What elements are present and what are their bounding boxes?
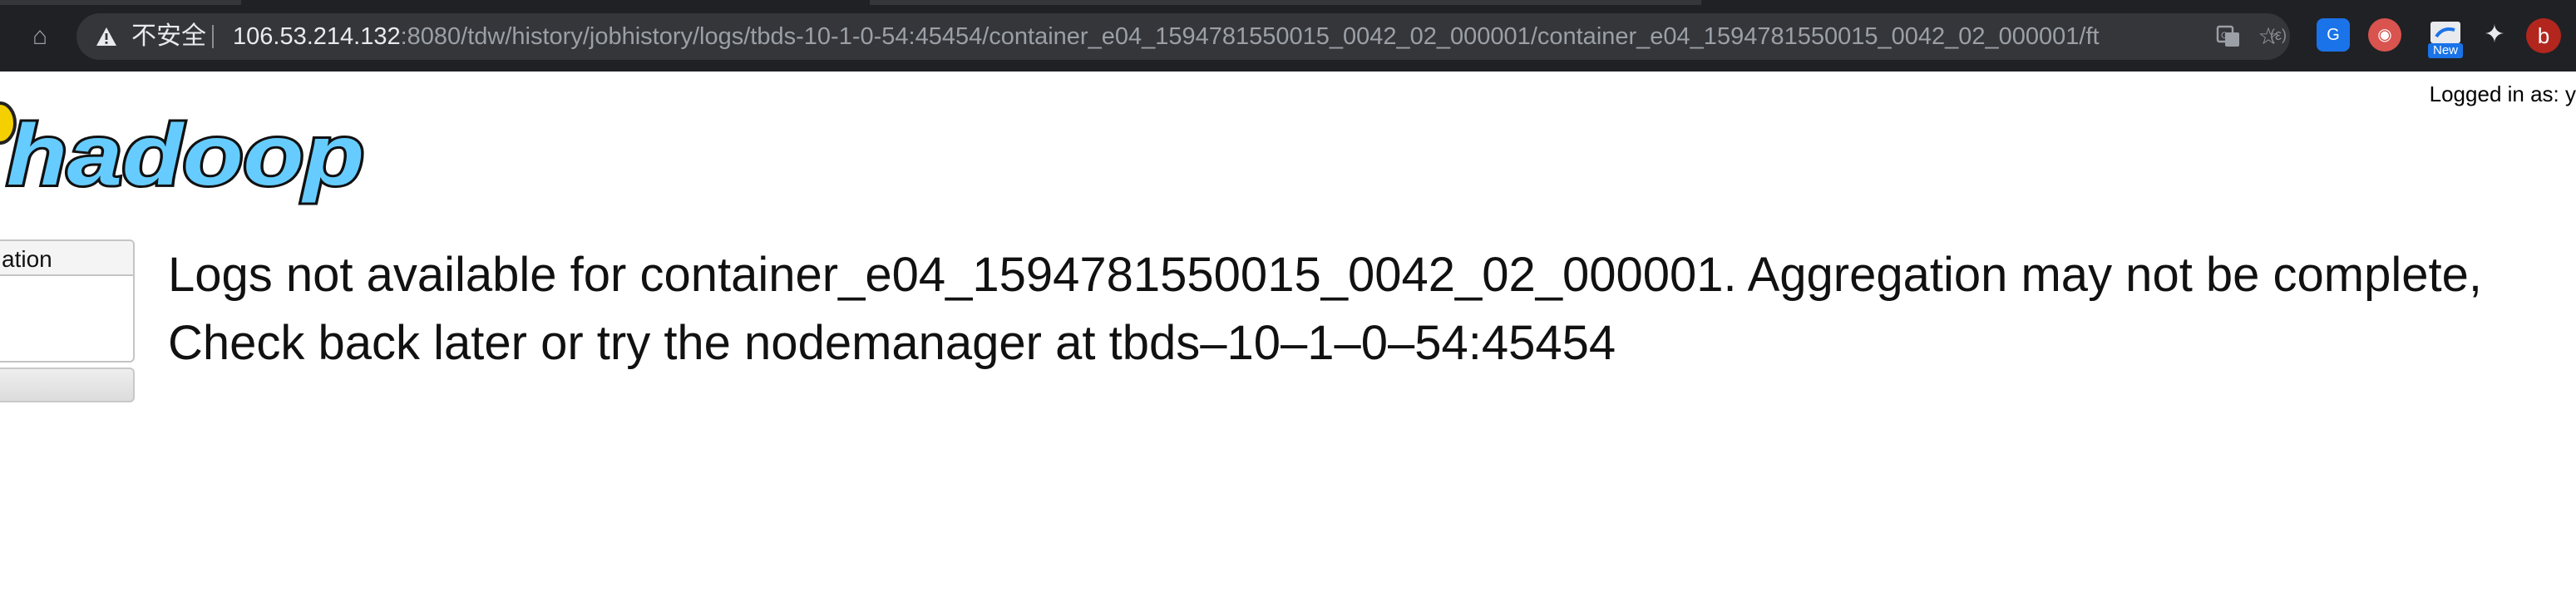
svg-text:hadoop: hadoop [7,107,364,204]
url-text[interactable]: 106.53.214.132:8080/tdw/history/jobhisto… [233,13,2195,60]
hadoop-logo: hadoop [0,98,374,206]
browser-toolbar: ⌂ 不安全 106.53.214.132:8080/tdw/history/jo… [0,0,2576,72]
navigation-title[interactable]: ation [2,246,52,273]
active-tab-edge [870,0,1701,5]
navigation-collapsed-section[interactable] [0,368,135,402]
warning-icon [96,27,116,46]
tab-strip-edge [0,0,241,5]
url-path: :8080/tdw/history/jobhistory/logs/tbds-1… [400,23,2100,50]
new-badge-label: New [2432,43,2458,57]
security-status-label[interactable]: 不安全 [131,13,206,60]
svg-text:G: G [2221,31,2228,41]
navigation-panel: ation [0,239,135,363]
log-status-message: Logs not available for container_e04_159… [168,241,2571,377]
message-line-2: Check back later or try the nodemanager … [168,316,1616,370]
new-badge-extension-icon[interactable]: New [2426,20,2465,60]
divider [212,25,214,48]
url-host: 106.53.214.132 [233,23,401,50]
navigation-header[interactable]: ation [0,241,133,276]
address-bar[interactable]: 不安全 106.53.214.132:8080/tdw/history/jobh… [76,13,2290,60]
logged-in-label: Logged in as: y [2429,81,2576,106]
profile-avatar[interactable]: b [2526,18,2561,53]
home-icon[interactable]: ⌂ [23,20,57,53]
extension-icon[interactable]: (ε) [2262,18,2295,52]
extensions-puzzle-icon[interactable]: ✦ [2478,18,2511,52]
message-line-1: Logs not available for container_e04_159… [168,248,2483,302]
extension-face-icon[interactable]: ◉ [2368,18,2401,52]
google-translate-extension-icon[interactable]: G [2317,18,2350,52]
translate-icon[interactable]: G [2215,23,2242,50]
